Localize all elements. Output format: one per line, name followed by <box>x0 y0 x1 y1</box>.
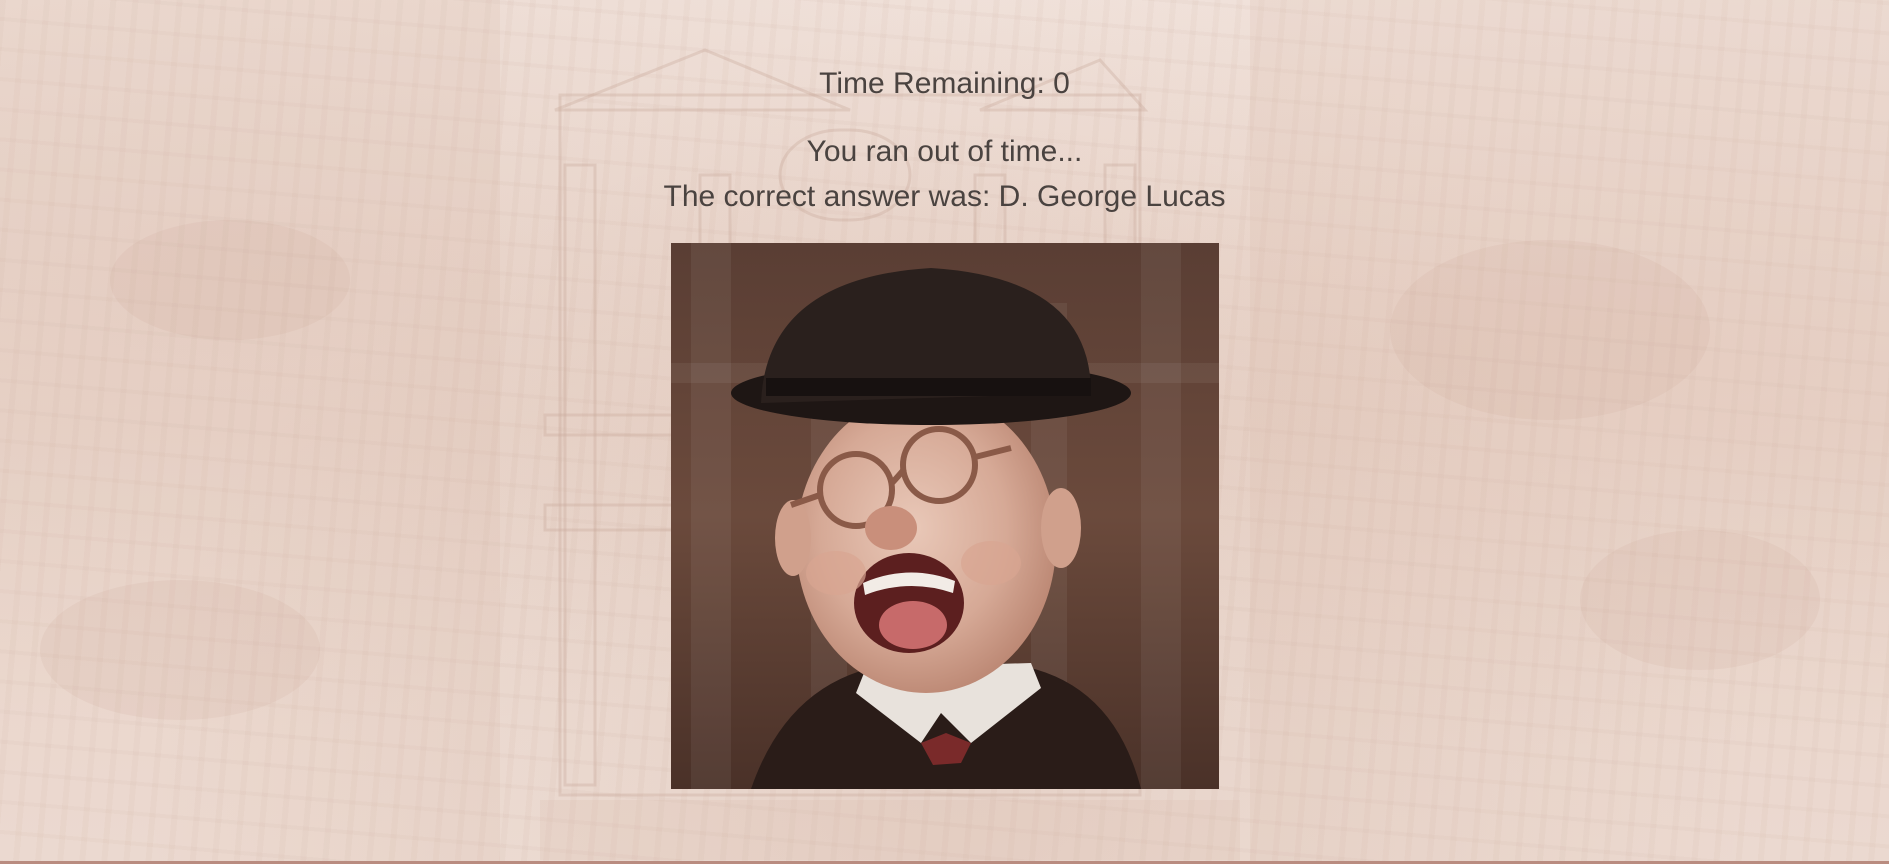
timeout-message: You ran out of time... <box>806 135 1083 168</box>
time-remaining-value: 0 <box>1053 67 1070 100</box>
game-screen: Time Remaining: 0 You ran out of time...… <box>0 0 1889 864</box>
laughing-man-illustration <box>671 243 1219 789</box>
result-gif-image <box>671 243 1219 789</box>
correct-answer-line: The correct answer was: D. George Lucas <box>0 179 1889 215</box>
correct-answer-value: D. George Lucas <box>998 180 1226 213</box>
time-remaining: Time Remaining: 0 <box>0 66 1889 102</box>
correct-answer-label: The correct answer was: <box>663 180 991 213</box>
time-remaining-label: Time Remaining: <box>819 67 1045 100</box>
